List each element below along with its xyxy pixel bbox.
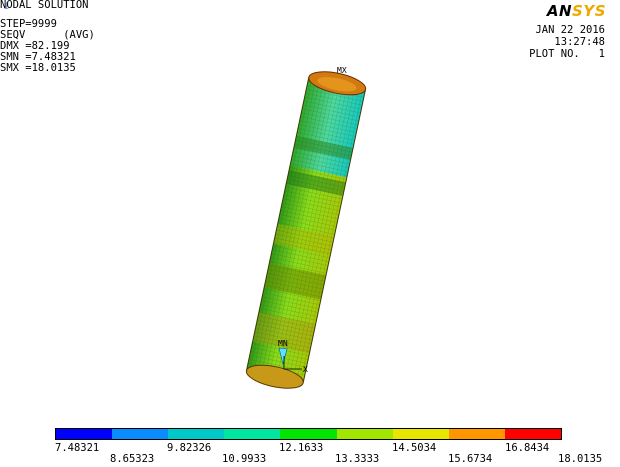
max-marker-label: MX (337, 66, 347, 75)
legend-label: 16.8434 (505, 442, 550, 454)
legend-label: 10.9933 (222, 453, 267, 465)
legend-swatch (504, 429, 561, 439)
legend-swatch (280, 429, 337, 439)
legend-label: 7.48321 (55, 442, 100, 454)
legend-label: 9.82326 (167, 442, 212, 454)
contour-legend-bar (55, 428, 562, 440)
axis-x-label: X (303, 365, 308, 374)
legend-swatch (448, 429, 505, 439)
legend-swatch (112, 429, 169, 439)
legend-swatch (168, 429, 225, 439)
legend-label: 8.65323 (110, 453, 155, 465)
legend-swatch (56, 429, 113, 439)
legend-label: 14.5034 (392, 442, 437, 454)
min-marker-label: MN (278, 339, 288, 348)
legend-swatch (392, 429, 449, 439)
legend-swatch (224, 429, 281, 439)
model-viewport[interactable]: MX MN X (0, 0, 620, 467)
legend-label: 15.6734 (448, 453, 493, 465)
legend-label: 18.0135 (558, 453, 603, 465)
legend-label: 12.1633 (279, 442, 324, 454)
legend-swatch (336, 429, 393, 439)
tube-model (245, 71, 367, 389)
legend-label: 13.3333 (335, 453, 380, 465)
